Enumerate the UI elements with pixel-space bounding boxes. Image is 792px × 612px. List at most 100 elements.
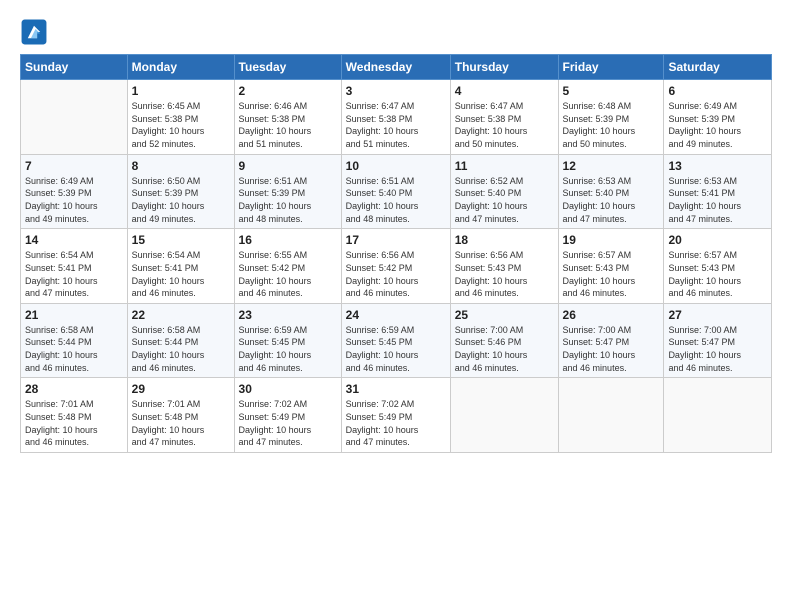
day-cell: 2Sunrise: 6:46 AM Sunset: 5:38 PM Daylig… bbox=[234, 80, 341, 155]
day-info: Sunrise: 6:49 AM Sunset: 5:39 PM Dayligh… bbox=[25, 175, 123, 225]
day-info: Sunrise: 7:00 AM Sunset: 5:47 PM Dayligh… bbox=[563, 324, 660, 374]
day-info: Sunrise: 6:54 AM Sunset: 5:41 PM Dayligh… bbox=[25, 249, 123, 299]
day-info: Sunrise: 7:01 AM Sunset: 5:48 PM Dayligh… bbox=[132, 398, 230, 448]
day-cell: 11Sunrise: 6:52 AM Sunset: 5:40 PM Dayli… bbox=[450, 154, 558, 229]
day-info: Sunrise: 6:56 AM Sunset: 5:43 PM Dayligh… bbox=[455, 249, 554, 299]
day-number: 20 bbox=[668, 232, 767, 248]
day-number: 30 bbox=[239, 381, 337, 397]
day-cell: 20Sunrise: 6:57 AM Sunset: 5:43 PM Dayli… bbox=[664, 229, 772, 304]
day-cell: 25Sunrise: 7:00 AM Sunset: 5:46 PM Dayli… bbox=[450, 303, 558, 378]
day-info: Sunrise: 6:50 AM Sunset: 5:39 PM Dayligh… bbox=[132, 175, 230, 225]
day-cell: 14Sunrise: 6:54 AM Sunset: 5:41 PM Dayli… bbox=[21, 229, 128, 304]
day-number: 21 bbox=[25, 307, 123, 323]
logo bbox=[20, 18, 52, 46]
day-cell bbox=[21, 80, 128, 155]
day-info: Sunrise: 6:53 AM Sunset: 5:41 PM Dayligh… bbox=[668, 175, 767, 225]
day-number: 18 bbox=[455, 232, 554, 248]
day-info: Sunrise: 6:57 AM Sunset: 5:43 PM Dayligh… bbox=[563, 249, 660, 299]
day-number: 28 bbox=[25, 381, 123, 397]
day-info: Sunrise: 6:47 AM Sunset: 5:38 PM Dayligh… bbox=[346, 100, 446, 150]
day-info: Sunrise: 7:02 AM Sunset: 5:49 PM Dayligh… bbox=[239, 398, 337, 448]
day-info: Sunrise: 6:59 AM Sunset: 5:45 PM Dayligh… bbox=[239, 324, 337, 374]
day-number: 14 bbox=[25, 232, 123, 248]
logo-icon bbox=[20, 18, 48, 46]
day-number: 17 bbox=[346, 232, 446, 248]
day-info: Sunrise: 6:58 AM Sunset: 5:44 PM Dayligh… bbox=[132, 324, 230, 374]
day-cell: 31Sunrise: 7:02 AM Sunset: 5:49 PM Dayli… bbox=[341, 378, 450, 453]
day-cell: 27Sunrise: 7:00 AM Sunset: 5:47 PM Dayli… bbox=[664, 303, 772, 378]
day-info: Sunrise: 6:51 AM Sunset: 5:40 PM Dayligh… bbox=[346, 175, 446, 225]
day-number: 25 bbox=[455, 307, 554, 323]
weekday-header-friday: Friday bbox=[558, 55, 664, 80]
day-number: 7 bbox=[25, 158, 123, 174]
day-number: 29 bbox=[132, 381, 230, 397]
day-number: 10 bbox=[346, 158, 446, 174]
day-number: 8 bbox=[132, 158, 230, 174]
day-info: Sunrise: 6:57 AM Sunset: 5:43 PM Dayligh… bbox=[668, 249, 767, 299]
day-cell: 21Sunrise: 6:58 AM Sunset: 5:44 PM Dayli… bbox=[21, 303, 128, 378]
day-cell: 5Sunrise: 6:48 AM Sunset: 5:39 PM Daylig… bbox=[558, 80, 664, 155]
day-number: 27 bbox=[668, 307, 767, 323]
day-number: 1 bbox=[132, 83, 230, 99]
day-number: 22 bbox=[132, 307, 230, 323]
day-info: Sunrise: 7:01 AM Sunset: 5:48 PM Dayligh… bbox=[25, 398, 123, 448]
day-number: 13 bbox=[668, 158, 767, 174]
day-cell: 29Sunrise: 7:01 AM Sunset: 5:48 PM Dayli… bbox=[127, 378, 234, 453]
header bbox=[20, 18, 772, 46]
page: SundayMondayTuesdayWednesdayThursdayFrid… bbox=[0, 0, 792, 612]
day-number: 11 bbox=[455, 158, 554, 174]
day-info: Sunrise: 6:59 AM Sunset: 5:45 PM Dayligh… bbox=[346, 324, 446, 374]
week-row-4: 21Sunrise: 6:58 AM Sunset: 5:44 PM Dayli… bbox=[21, 303, 772, 378]
day-number: 31 bbox=[346, 381, 446, 397]
day-number: 4 bbox=[455, 83, 554, 99]
day-cell: 7Sunrise: 6:49 AM Sunset: 5:39 PM Daylig… bbox=[21, 154, 128, 229]
day-cell: 8Sunrise: 6:50 AM Sunset: 5:39 PM Daylig… bbox=[127, 154, 234, 229]
weekday-header-thursday: Thursday bbox=[450, 55, 558, 80]
day-info: Sunrise: 6:45 AM Sunset: 5:38 PM Dayligh… bbox=[132, 100, 230, 150]
day-cell: 4Sunrise: 6:47 AM Sunset: 5:38 PM Daylig… bbox=[450, 80, 558, 155]
weekday-header-wednesday: Wednesday bbox=[341, 55, 450, 80]
day-cell: 18Sunrise: 6:56 AM Sunset: 5:43 PM Dayli… bbox=[450, 229, 558, 304]
day-number: 23 bbox=[239, 307, 337, 323]
day-number: 24 bbox=[346, 307, 446, 323]
day-cell: 10Sunrise: 6:51 AM Sunset: 5:40 PM Dayli… bbox=[341, 154, 450, 229]
weekday-header-monday: Monday bbox=[127, 55, 234, 80]
day-info: Sunrise: 6:46 AM Sunset: 5:38 PM Dayligh… bbox=[239, 100, 337, 150]
day-cell bbox=[450, 378, 558, 453]
day-number: 19 bbox=[563, 232, 660, 248]
day-cell bbox=[664, 378, 772, 453]
day-cell: 9Sunrise: 6:51 AM Sunset: 5:39 PM Daylig… bbox=[234, 154, 341, 229]
day-number: 16 bbox=[239, 232, 337, 248]
day-info: Sunrise: 6:58 AM Sunset: 5:44 PM Dayligh… bbox=[25, 324, 123, 374]
day-info: Sunrise: 6:55 AM Sunset: 5:42 PM Dayligh… bbox=[239, 249, 337, 299]
day-cell: 19Sunrise: 6:57 AM Sunset: 5:43 PM Dayli… bbox=[558, 229, 664, 304]
day-info: Sunrise: 6:48 AM Sunset: 5:39 PM Dayligh… bbox=[563, 100, 660, 150]
weekday-header-sunday: Sunday bbox=[21, 55, 128, 80]
day-number: 9 bbox=[239, 158, 337, 174]
day-number: 3 bbox=[346, 83, 446, 99]
day-info: Sunrise: 6:53 AM Sunset: 5:40 PM Dayligh… bbox=[563, 175, 660, 225]
day-cell: 22Sunrise: 6:58 AM Sunset: 5:44 PM Dayli… bbox=[127, 303, 234, 378]
day-info: Sunrise: 6:49 AM Sunset: 5:39 PM Dayligh… bbox=[668, 100, 767, 150]
day-cell: 28Sunrise: 7:01 AM Sunset: 5:48 PM Dayli… bbox=[21, 378, 128, 453]
week-row-3: 14Sunrise: 6:54 AM Sunset: 5:41 PM Dayli… bbox=[21, 229, 772, 304]
day-cell: 26Sunrise: 7:00 AM Sunset: 5:47 PM Dayli… bbox=[558, 303, 664, 378]
week-row-5: 28Sunrise: 7:01 AM Sunset: 5:48 PM Dayli… bbox=[21, 378, 772, 453]
day-info: Sunrise: 6:51 AM Sunset: 5:39 PM Dayligh… bbox=[239, 175, 337, 225]
day-cell: 17Sunrise: 6:56 AM Sunset: 5:42 PM Dayli… bbox=[341, 229, 450, 304]
day-info: Sunrise: 7:00 AM Sunset: 5:46 PM Dayligh… bbox=[455, 324, 554, 374]
day-info: Sunrise: 6:47 AM Sunset: 5:38 PM Dayligh… bbox=[455, 100, 554, 150]
day-info: Sunrise: 7:02 AM Sunset: 5:49 PM Dayligh… bbox=[346, 398, 446, 448]
day-info: Sunrise: 6:52 AM Sunset: 5:40 PM Dayligh… bbox=[455, 175, 554, 225]
day-cell: 16Sunrise: 6:55 AM Sunset: 5:42 PM Dayli… bbox=[234, 229, 341, 304]
weekday-header-row: SundayMondayTuesdayWednesdayThursdayFrid… bbox=[21, 55, 772, 80]
day-cell: 23Sunrise: 6:59 AM Sunset: 5:45 PM Dayli… bbox=[234, 303, 341, 378]
day-cell: 12Sunrise: 6:53 AM Sunset: 5:40 PM Dayli… bbox=[558, 154, 664, 229]
weekday-header-saturday: Saturday bbox=[664, 55, 772, 80]
day-number: 5 bbox=[563, 83, 660, 99]
day-cell: 6Sunrise: 6:49 AM Sunset: 5:39 PM Daylig… bbox=[664, 80, 772, 155]
calendar: SundayMondayTuesdayWednesdayThursdayFrid… bbox=[20, 54, 772, 453]
day-cell bbox=[558, 378, 664, 453]
day-cell: 24Sunrise: 6:59 AM Sunset: 5:45 PM Dayli… bbox=[341, 303, 450, 378]
day-info: Sunrise: 6:54 AM Sunset: 5:41 PM Dayligh… bbox=[132, 249, 230, 299]
